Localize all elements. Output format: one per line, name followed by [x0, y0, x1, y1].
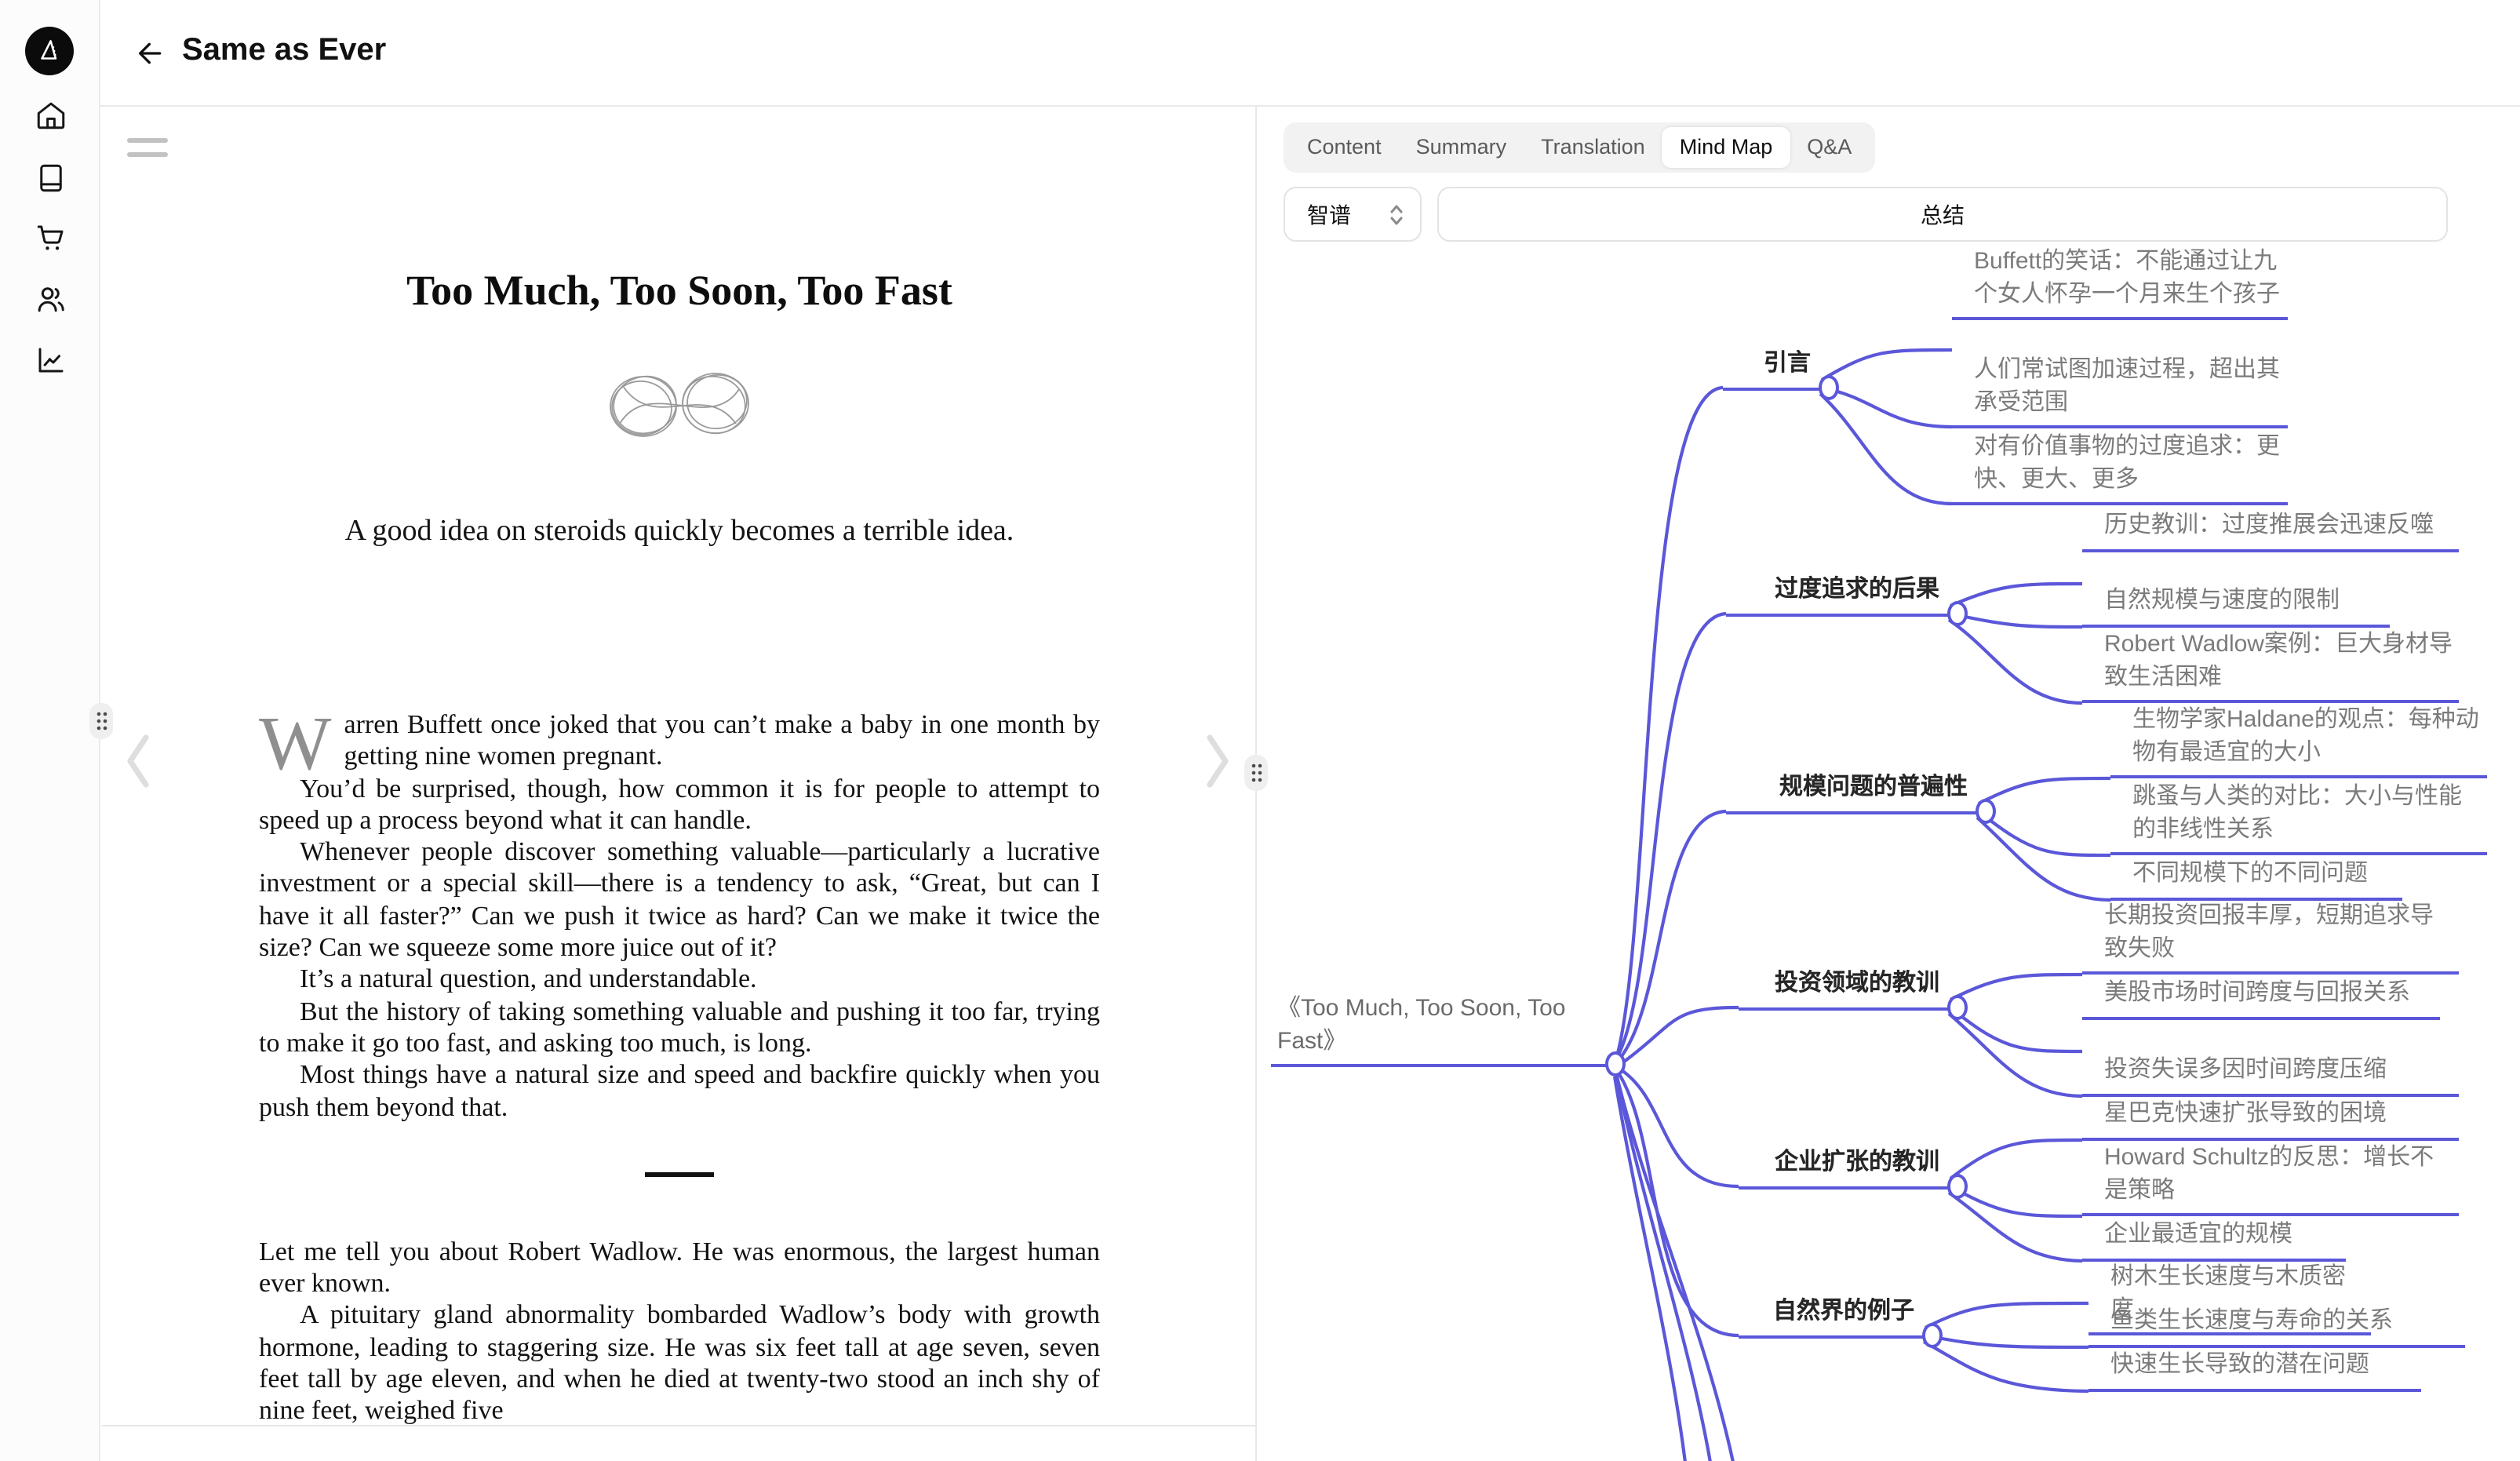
- cart-icon: [35, 221, 67, 254]
- mindmap-canvas[interactable]: 《Too Much, Too Soon, Too Fast》 引言 过度追求的后…: [1257, 242, 2520, 1461]
- home-icon: [35, 99, 67, 132]
- mindmap-node-toggle[interactable]: [1947, 1174, 1968, 1199]
- mindmap-leaf[interactable]: 自然规模与速度的限制: [2082, 585, 2390, 627]
- sidebar-resize-handle[interactable]: [89, 703, 113, 739]
- toc-toggle-button[interactable]: [127, 138, 168, 162]
- paragraph: Most things have a natural size and spee…: [259, 1060, 1100, 1124]
- paragraph: But the history of taking something valu…: [259, 996, 1100, 1059]
- mindmap-branch[interactable]: 自然界的例子: [1739, 1296, 1924, 1338]
- app-window: Same as Ever Too Much, Too Soon, Too Fas…: [0, 0, 2520, 1461]
- chevron-left-icon: [121, 731, 155, 791]
- tab-translation[interactable]: Translation: [1524, 127, 1662, 168]
- brand-logo[interactable]: [25, 27, 74, 75]
- arrow-left-icon: [135, 38, 166, 69]
- summarize-button[interactable]: 总结: [1437, 187, 2448, 242]
- mindmap-leaf[interactable]: 跳蚤与人类的对比：大小与性能的非线性关系: [2110, 782, 2487, 855]
- mindmap-branch[interactable]: 规模问题的普遍性: [1726, 772, 1977, 814]
- summarize-button-label: 总结: [1921, 199, 1965, 230]
- prev-page-button[interactable]: [121, 731, 155, 791]
- model-select[interactable]: 智谱: [1284, 187, 1422, 242]
- tab-summary[interactable]: Summary: [1399, 127, 1524, 168]
- sidebar: [0, 0, 100, 1461]
- mindmap-leaf[interactable]: 对有价值事物的过度追求：更快、更大、更多: [1952, 432, 2288, 505]
- grip-dots-icon: [1250, 763, 1262, 783]
- sidebar-item-library[interactable]: [35, 162, 67, 195]
- logo-triangle-icon: [35, 36, 64, 66]
- mindmap-leaf[interactable]: 美股市场时间跨度与回报关系: [2082, 978, 2440, 1019]
- mindmap-node-toggle[interactable]: [1947, 995, 1968, 1020]
- sidebar-item-community[interactable]: [35, 282, 67, 315]
- header: Same as Ever: [100, 0, 2520, 107]
- infinity-scribble-icon: [601, 364, 758, 446]
- mindmap-leaf[interactable]: 不同规模下的不同问题: [2110, 858, 2402, 900]
- mindmap-node-toggle[interactable]: [1922, 1323, 1943, 1348]
- body-text: Warren Buffett once joked that you can’t…: [259, 709, 1100, 1426]
- mindmap-node-toggle[interactable]: [1976, 799, 1996, 824]
- menu-lines-icon: [127, 138, 168, 143]
- sidebar-item-stats[interactable]: [35, 344, 67, 377]
- paragraph: You’d be surprised, though, how common i…: [259, 773, 1100, 836]
- mindmap-branch[interactable]: 引言: [1723, 348, 1820, 390]
- page-title: Same as Ever: [182, 33, 386, 69]
- chapter-epigraph: A good idea on steroids quickly becomes …: [259, 515, 1100, 549]
- mindmap-leaf[interactable]: 人们常试图加速过程，超出其承受范围: [1952, 355, 2288, 428]
- next-page-button[interactable]: [1200, 731, 1235, 791]
- paragraph: Whenever people discover something valua…: [259, 836, 1100, 964]
- mindmap-leaf[interactable]: Howard Schultz的反思：增长不是策略: [2082, 1142, 2459, 1216]
- panel-tab-bar: Content Summary Translation Mind Map Q&A: [1284, 122, 1875, 173]
- drop-cap: W: [259, 709, 344, 772]
- mindmap-leaf[interactable]: 快速生长导致的潜在问题: [2088, 1350, 2421, 1391]
- mindmap-leaf[interactable]: 鱼类生长速度与寿命的关系: [2088, 1306, 2465, 1347]
- model-select-value: 智谱: [1307, 199, 1351, 230]
- mindmap-leaf[interactable]: 历史教训：过度推展会迅速反噬: [2082, 510, 2459, 552]
- reader-pane: Too Much, Too Soon, Too Fast A good idea…: [102, 107, 1255, 1426]
- grip-dots-icon: [95, 711, 107, 731]
- mindmap-node-toggle[interactable]: [1605, 1051, 1626, 1077]
- section-divider: [645, 1172, 714, 1177]
- mindmap-root-node[interactable]: 《Too Much, Too Soon, Too Fast》: [1271, 992, 1607, 1067]
- tab-mind-map[interactable]: Mind Map: [1662, 127, 1790, 168]
- panel-resize-handle[interactable]: [1244, 755, 1268, 791]
- mindmap-leaf[interactable]: 企业最适宜的规模: [2082, 1219, 2346, 1261]
- paragraph: A pituitary gland abnormality bombarded …: [259, 1300, 1100, 1426]
- book-icon: [35, 162, 67, 195]
- chevron-right-icon: [1200, 731, 1235, 791]
- tab-content[interactable]: Content: [1290, 127, 1399, 168]
- tab-qa[interactable]: Q&A: [1790, 127, 1869, 168]
- chart-icon: [35, 344, 67, 377]
- paragraph: It’s a natural question, and understanda…: [259, 964, 1100, 996]
- mindmap-leaf[interactable]: 生物学家Haldane的观点：每种动物有最适宜的大小: [2110, 705, 2487, 778]
- back-button[interactable]: [135, 38, 166, 69]
- mindmap-leaf[interactable]: 投资失误多因时间跨度压缩: [2082, 1055, 2459, 1096]
- menu-lines-icon: [127, 152, 168, 157]
- chevron-up-down-icon: [1389, 202, 1404, 227]
- mindmap-node-toggle[interactable]: [1819, 375, 1839, 400]
- sidebar-item-store[interactable]: [35, 221, 67, 254]
- assistant-panel: Content Summary Translation Mind Map Q&A…: [1257, 107, 2520, 1461]
- mindmap-leaf[interactable]: 星巴克快速扩张导致的困境: [2082, 1098, 2459, 1140]
- mindmap-node-toggle[interactable]: [1947, 601, 1968, 626]
- book-page: Too Much, Too Soon, Too Fast A good idea…: [259, 107, 1100, 1426]
- mindmap-leaf[interactable]: Robert Wadlow案例：巨大身材导致生活困难: [2082, 629, 2459, 703]
- sidebar-item-home[interactable]: [35, 99, 67, 132]
- mindmap-leaf[interactable]: Buffett的笑话：不能通过让九个女人怀孕一个月来生个孩子: [1952, 246, 2288, 320]
- paragraph: Warren Buffett once joked that you can’t…: [259, 709, 1100, 773]
- mindmap-leaf[interactable]: 长期投资回报丰厚，短期追求导致失败: [2082, 901, 2459, 975]
- mindmap-branch[interactable]: 过度追求的后果: [1726, 574, 1949, 616]
- paragraph-text: arren Buffett once joked that you can’t …: [344, 709, 1101, 771]
- mindmap-branch[interactable]: 投资领域的教训: [1739, 968, 1949, 1010]
- paragraph: Let me tell you about Robert Wadlow. He …: [259, 1237, 1100, 1300]
- mindmap-branch[interactable]: 企业扩张的教训: [1739, 1147, 1949, 1189]
- chapter-title: Too Much, Too Soon, Too Fast: [259, 264, 1100, 317]
- users-icon: [35, 282, 67, 315]
